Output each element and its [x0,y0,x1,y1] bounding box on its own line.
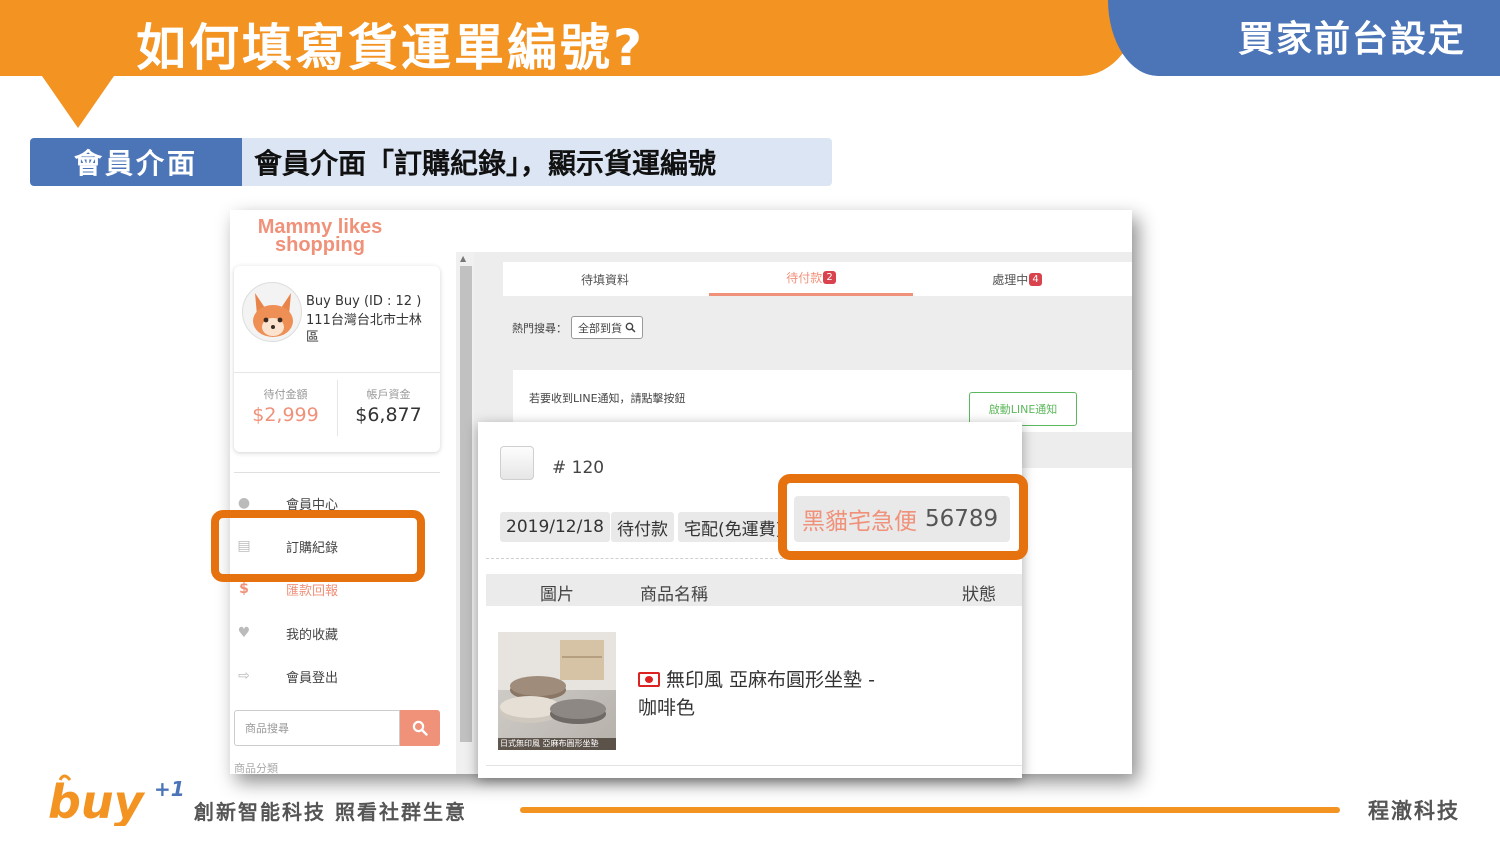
order-history-highlight-box [211,510,425,582]
column-header-product-name: 商品名稱 [640,585,708,605]
flag-icon [638,672,660,687]
sidebar-item-logout[interactable]: ⇨ 會員登出 [230,661,450,691]
account-balance-value: $6,877 [355,404,422,426]
product-name-line1: 無印風 亞麻布圓形坐墊 - [666,669,875,691]
product-table-header: 圖片 商品名稱 狀態 [486,574,1022,606]
logo-superscript: +1 [154,777,185,801]
avatar[interactable] [242,282,302,342]
order-status-tabs: 待填資料 待付款 2 處理中 4 [503,262,1132,296]
shipping-method: 宅配(免運費) [678,512,786,542]
enable-line-notify-button[interactable]: 啟動LINE通知 [969,392,1077,426]
logo-text: buy [48,775,146,826]
user-address: 111台灣台北市士林區 [306,313,422,345]
card-divider [234,372,440,373]
product-image[interactable] [498,632,616,750]
sidebar-item-favorites[interactable]: ♥ 我的收藏 [230,618,450,648]
account-balance-label: 帳戶資金 [366,388,411,401]
order-number: # 120 [552,458,605,478]
title-banner-pointer [42,76,114,128]
scroll-up-icon[interactable]: ▲ [460,254,466,263]
product-search-input[interactable]: 商品搜尋 [234,710,400,746]
heart-icon: ♥ [237,625,251,641]
section-subtitle: 會員介面「訂購紀錄」，顯示貨運編號 [242,138,832,186]
filter-button-label: 全部到貨 [578,321,622,335]
dollar-icon: $ [239,581,249,597]
tab-label: 待付款 [786,271,823,285]
order-status-badge: 待付款 [611,512,674,542]
pending-amount-value: $2,999 [252,404,319,426]
logout-icon: ⇨ [238,668,250,684]
corner-title: 買家前台設定 [1238,19,1467,60]
sidebar-item-label: 會員登出 [286,670,339,686]
order-date: 2019/12/18 [500,512,610,542]
footer-divider [520,807,1340,813]
product-image-caption: 日式無印風 亞麻布圓形坐墊 [500,739,599,748]
shop-logo-line2: shopping [275,234,365,256]
profile-card: Buy Buy (ID : 12 ) 111台灣台北市士林區 待付金額 $2,9… [234,266,440,452]
brand-logo-icon: buy +1 [48,774,185,829]
sidebar-item-label: 匯款回報 [286,583,339,599]
count-badge: 4 [1029,272,1042,286]
sidebar-divider [234,472,440,473]
user-name: Buy Buy (ID : 12 ) [306,294,422,309]
cushion-photo-icon [498,632,616,750]
product-name-line2: 咖啡色 [638,697,696,719]
all-arrived-filter-button[interactable]: 全部到貨 [571,316,643,339]
section-tag: 會員介面 [30,138,242,186]
shop-logo[interactable]: Mammy likes shopping [254,217,386,256]
column-header-image: 圖片 [540,585,574,605]
line-notice-text: 若要收到LINE通知，請點擊按鈕 [529,392,686,405]
fox-avatar-icon [253,293,293,337]
buy-plus-one-logo: buy +1 [46,770,186,830]
order-select-checkbox[interactable] [500,446,534,480]
slide-title: 如何填寫貨運單編號? [136,19,646,77]
pending-amount-label: 待付金額 [263,388,308,401]
tab-pending-payment[interactable]: 待付款 2 [709,262,913,296]
count-badge: 2 [823,271,836,284]
tab-label: 待填資料 [580,272,629,287]
search-icon [625,322,636,333]
footer-company: 程澈科技 [1368,799,1460,823]
search-icon [412,720,428,736]
tab-pending-info[interactable]: 待填資料 [503,262,707,296]
tracking-highlight-box [778,474,1028,560]
column-header-status: 狀態 [962,585,996,605]
search-button[interactable] [400,710,440,746]
footer-slogan: 創新智能科技 照看社群生意 [194,800,467,824]
tab-label: 處理中 [992,272,1029,287]
scrollbar-thumb[interactable] [460,266,472,742]
sidebar-item-label: 我的收藏 [286,627,339,643]
tab-processing[interactable]: 處理中 4 [915,262,1119,296]
category-label: 商品分類 [234,762,278,774]
user-icon: ● [237,495,251,511]
product-name[interactable]: 無印風 亞麻布圓形坐墊 - 咖啡色 [638,666,938,722]
hot-search-label: 熱門搜尋： [512,322,567,335]
